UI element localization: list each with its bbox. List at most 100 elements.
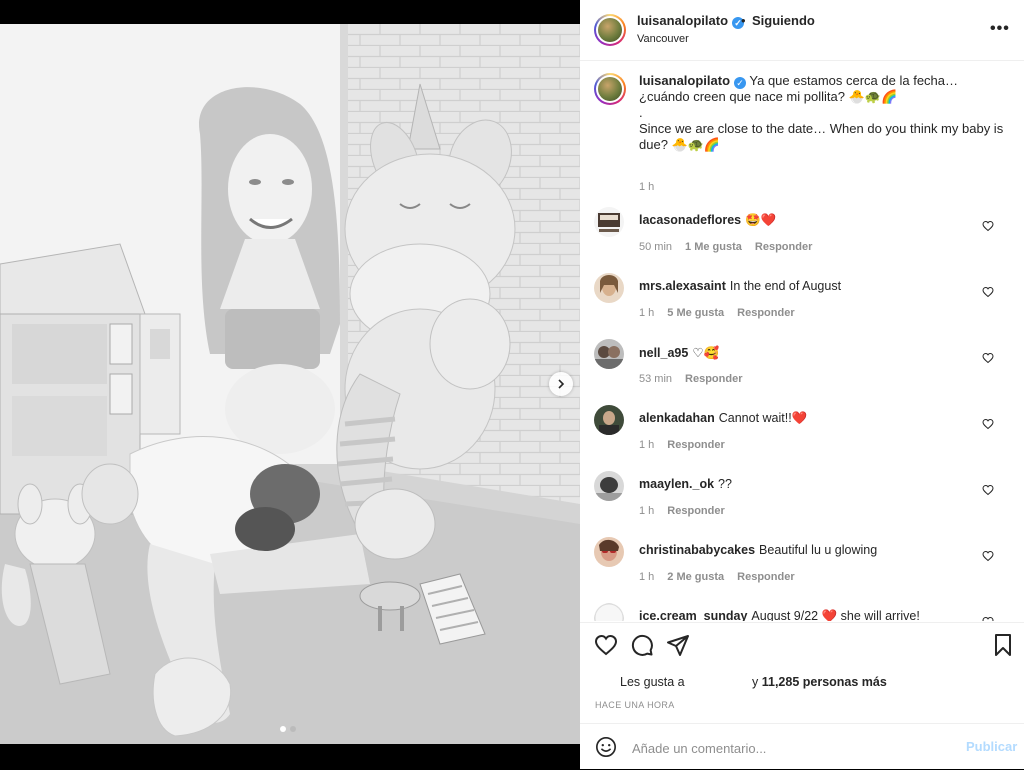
next-photo-button[interactable] — [549, 372, 573, 396]
share-plane-icon[interactable] — [666, 633, 690, 657]
comment-username[interactable]: lacasonadeflores — [639, 213, 741, 227]
comment-line: ice.cream_sunday August 9/22 ❤️ she will … — [639, 609, 920, 621]
post-side-panel: luisanalopilato ✓ • Siguiendo Vancouver •… — [580, 0, 1024, 769]
comment-username[interactable]: christinababycakes — [639, 543, 755, 557]
carousel-dots — [280, 726, 296, 732]
post-media — [0, 0, 580, 768]
comment-time: 1 h — [639, 571, 655, 583]
comment-time: 53 min — [639, 373, 673, 385]
like-comment-heart-icon[interactable] — [982, 220, 994, 232]
commenter-avatar[interactable] — [594, 207, 624, 237]
comment-meta: 1 h Responder — [639, 439, 738, 451]
like-comment-heart-icon[interactable] — [982, 352, 994, 364]
comment-line: maaylen._ok?? — [639, 477, 732, 491]
author-username[interactable]: luisanalopilato ✓ — [637, 13, 745, 29]
comment-username[interactable]: alenkadahan — [639, 411, 715, 425]
verified-icon: ✓ — [734, 77, 747, 89]
add-comment-bar: Publicar — [580, 723, 1024, 770]
like-heart-icon[interactable] — [594, 633, 618, 657]
carousel-dot-active — [280, 726, 286, 732]
comment-time: 50 min — [639, 241, 673, 253]
caption-username[interactable]: luisanalopilato — [639, 73, 730, 88]
post-location[interactable]: Vancouver — [637, 33, 689, 45]
comment-line: mrs.alexasaint In the end of August — [639, 279, 841, 293]
comment-username[interactable]: maaylen._ok — [639, 477, 714, 491]
comment-username[interactable]: nell_a95 — [639, 346, 688, 360]
commenter-avatar[interactable] — [594, 537, 624, 567]
comment-time: 1 h — [639, 439, 655, 451]
like-comment-heart-icon[interactable] — [982, 418, 994, 430]
photo-illustration — [0, 24, 580, 744]
comment-likes[interactable]: 5 Me gusta — [667, 307, 724, 319]
comment-item: christinababycakes Beautiful lu u glowing… — [594, 537, 1014, 587]
comment-meta: 1 h Responder — [639, 505, 738, 517]
comment-meta: 50 min 1 Me gusta Responder — [639, 241, 825, 253]
reply-button[interactable]: Responder — [755, 241, 812, 253]
commenter-avatar[interactable] — [594, 471, 624, 501]
chevron-right-icon — [558, 379, 565, 389]
reply-button[interactable]: Responder — [737, 307, 794, 319]
comment-likes[interactable]: 1 Me gusta — [685, 241, 742, 253]
post-actions: Les gusta a y 11,285 personas más HACE U… — [580, 622, 1024, 769]
caption-author-avatar[interactable] — [594, 73, 626, 105]
reply-button[interactable]: Responder — [667, 505, 724, 517]
like-comment-heart-icon[interactable] — [982, 550, 994, 562]
comment-item: ice.cream_sunday August 9/22 ❤️ she will … — [594, 603, 1014, 621]
caption-text: luisanalopilato ✓ Ya que estamos cerca de… — [639, 73, 1009, 153]
emoji-smile-icon[interactable] — [595, 736, 617, 758]
comment-text: ?? — [718, 477, 732, 491]
instagram-post-modal: luisanalopilato ✓ • Siguiendo Vancouver •… — [0, 0, 1024, 769]
comments-list[interactable]: luisanalopilato ✓ Ya que estamos cerca de… — [580, 61, 1024, 621]
comment-meta: 1 h 5 Me gusta Responder — [639, 307, 808, 319]
comment-meta: 53 min Responder — [639, 373, 756, 385]
commenter-avatar[interactable] — [594, 273, 624, 303]
author-avatar[interactable] — [594, 14, 626, 46]
publish-button[interactable]: Publicar — [966, 739, 1017, 754]
more-options-icon[interactable]: ••• — [990, 20, 1010, 38]
comment-line: nell_a95 ♡🥰 — [639, 345, 719, 361]
comment-item: nell_a95 ♡🥰 53 min Responder — [594, 339, 1014, 389]
likes-count[interactable]: y 11,285 personas más — [752, 675, 887, 689]
caption-line-2: . — [639, 105, 643, 120]
comment-username[interactable]: ice.cream_sunday — [639, 609, 747, 621]
commenter-avatar[interactable] — [594, 339, 624, 369]
comment-time: 1 h — [639, 307, 655, 319]
reply-button[interactable]: Responder — [685, 373, 742, 385]
like-comment-heart-icon[interactable] — [982, 616, 994, 621]
comment-item: lacasonadeflores 🤩❤️ 50 min 1 Me gusta Resp… — [594, 207, 1014, 257]
separator-dot: • — [741, 13, 746, 28]
following-button[interactable]: Siguiendo — [752, 13, 815, 28]
comment-meta: 1 h 2 Me gusta Responder — [639, 571, 808, 583]
comment-line: lacasonadeflores 🤩❤️ — [639, 213, 776, 228]
reply-button[interactable]: Responder — [737, 571, 794, 583]
comment-text: ♡🥰 — [692, 346, 720, 360]
comment-text: Cannot wait!!❤️ — [718, 411, 808, 425]
commenter-avatar[interactable] — [594, 603, 624, 621]
comment-item: maaylen._ok?? 1 h Responder — [594, 471, 1014, 521]
like-comment-heart-icon[interactable] — [982, 484, 994, 496]
comment-item: alenkadahan Cannot wait!!❤️ 1 h Responder — [594, 405, 1014, 455]
like-comment-heart-icon[interactable] — [982, 286, 994, 298]
comment-line: alenkadahan Cannot wait!!❤️ — [639, 411, 807, 426]
likes-prefix: Les gusta a — [620, 675, 685, 689]
comment-username[interactable]: mrs.alexasaint — [639, 279, 726, 293]
comment-input[interactable] — [630, 737, 954, 759]
reply-button[interactable]: Responder — [667, 439, 724, 451]
comment-text: August 9/22 ❤️ she will arrive! — [751, 609, 920, 621]
comment-likes[interactable]: 2 Me gusta — [667, 571, 724, 583]
comment-text: In the end of August — [729, 279, 842, 293]
comment-text: 🤩❤️ — [745, 213, 777, 227]
comment-line: christinababycakes Beautiful lu u glowing — [639, 543, 877, 557]
caption-time: 1 h — [639, 181, 655, 193]
comment-text: Beautiful lu u glowing — [759, 543, 878, 557]
bookmark-icon[interactable] — [991, 633, 1015, 657]
post-header: luisanalopilato ✓ • Siguiendo Vancouver •… — [580, 0, 1024, 61]
commenter-avatar[interactable] — [594, 405, 624, 435]
comment-bubble-icon[interactable] — [630, 633, 654, 657]
caption-line-3: Since we are close to the date… When do … — [639, 121, 1004, 152]
post-photo[interactable] — [0, 24, 580, 744]
comment-time: 1 h — [639, 505, 655, 517]
comment-item: mrs.alexasaint In the end of August 1 h 5 … — [594, 273, 1014, 323]
post-timestamp[interactable]: HACE UNA HORA — [595, 700, 675, 710]
carousel-dot — [290, 726, 296, 732]
